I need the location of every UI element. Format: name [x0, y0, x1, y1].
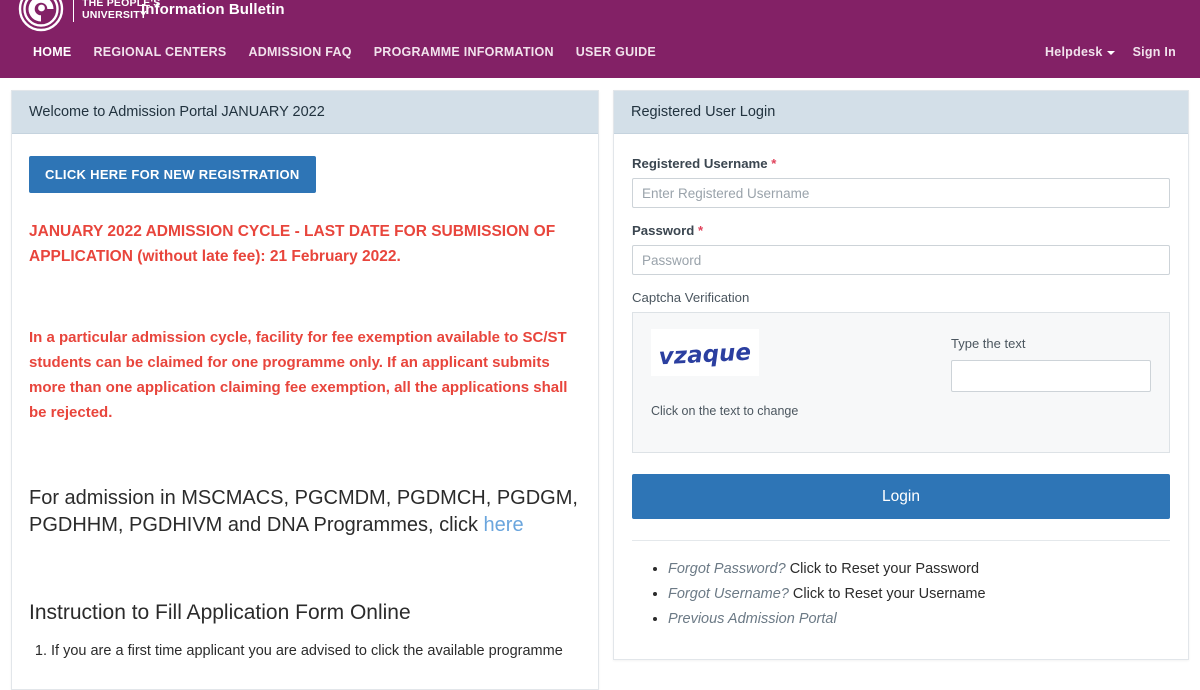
forgot-password-link[interactable]: Forgot Password? — [668, 561, 786, 577]
page-body: Welcome to Admission Portal JANUARY 2022… — [0, 78, 1200, 690]
forgot-password-tail: Click to Reset your Password — [785, 561, 980, 577]
chevron-down-icon — [1106, 50, 1115, 55]
list-item: Forgot Username? Click to Reset your Use… — [668, 582, 1170, 607]
login-button[interactable]: Login — [632, 474, 1170, 519]
login-form: Registered Username * Password * Captcha… — [614, 134, 1188, 632]
nav-item-programme-information[interactable]: PROGRAMME INFORMATION — [374, 45, 554, 59]
login-footer: Forgot Password? Click to Reset your Pas… — [632, 540, 1170, 632]
required-asterisk: * — [697, 223, 704, 238]
required-asterisk: * — [771, 156, 777, 171]
programme-admission-note: For admission in MSCMACS, PGCMDM, PGDMCH… — [29, 485, 581, 539]
captcha-box: vzaque Click on the text to change Type … — [632, 312, 1170, 453]
welcome-panel-title: Welcome to Admission Portal JANUARY 2022 — [12, 91, 598, 134]
welcome-panel-body: CLICK HERE FOR NEW REGISTRATION JANUARY … — [12, 134, 598, 663]
welcome-panel: Welcome to Admission Portal JANUARY 2022… — [11, 90, 599, 690]
svg-text:vzaque: vzaque — [658, 339, 752, 370]
nav-item-admission-faq[interactable]: ADMISSION FAQ — [248, 45, 351, 59]
fee-exemption-notice: In a particular admission cycle, facilit… — [29, 329, 568, 421]
login-panel: Registered User Login Registered Usernam… — [613, 90, 1189, 660]
captcha-section-label: Captcha Verification — [632, 290, 750, 305]
forgot-username-tail: Click to Reset your Username — [788, 586, 986, 602]
site-header: THE PEOPLE'S UNIVERSITY Information Bull… — [0, 0, 1200, 78]
forgot-username-link[interactable]: Forgot Username? — [668, 586, 789, 602]
captcha-image[interactable]: vzaque — [651, 329, 759, 376]
last-date-notice: JANUARY 2022 ADMISSION CYCLE - LAST DATE… — [29, 223, 556, 265]
nav-item-sign-in[interactable]: Sign In — [1133, 45, 1176, 59]
nav-item-helpdesk[interactable]: Helpdesk — [1045, 45, 1115, 59]
username-label: Registered Username * — [632, 156, 1170, 171]
nav-item-user-guide[interactable]: USER GUIDE — [576, 45, 656, 59]
login-panel-title: Registered User Login — [614, 91, 1188, 134]
new-registration-button[interactable]: CLICK HERE FOR NEW REGISTRATION — [29, 156, 316, 193]
instruction-heading: Instruction to Fill Application Form Onl… — [29, 601, 411, 624]
username-input[interactable] — [632, 178, 1170, 208]
ignou-spiral-logo-icon — [18, 0, 64, 32]
programme-note-here-link[interactable]: here — [484, 514, 524, 536]
nav-item-regional-centers[interactable]: REGIONAL CENTERS — [94, 45, 227, 59]
list-item: If you are a first time applicant you ar… — [51, 639, 581, 663]
captcha-input[interactable] — [951, 360, 1151, 392]
captcha-refresh-hint: Click on the text to change — [651, 404, 799, 418]
brand-block: THE PEOPLE'S UNIVERSITY — [18, 0, 160, 32]
username-label-text: Registered Username — [632, 156, 768, 171]
password-input[interactable] — [632, 245, 1170, 275]
nav-left-group: HOME REGIONAL CENTERS ADMISSION FAQ PROG… — [33, 45, 656, 59]
list-item: Forgot Password? Click to Reset your Pas… — [668, 557, 1170, 582]
bulletin-title: Information Bulletin — [141, 1, 285, 18]
login-help-links: Forgot Password? Click to Reset your Pas… — [632, 557, 1170, 632]
captcha-left-column: vzaque Click on the text to change — [651, 329, 951, 418]
password-label-text: Password — [632, 223, 695, 238]
nav-right-group: Helpdesk Sign In — [1045, 45, 1176, 59]
captcha-type-label: Type the text — [951, 336, 1026, 351]
list-item: Previous Admission Portal — [668, 607, 1170, 632]
helpdesk-label: Helpdesk — [1044, 45, 1103, 59]
nav-item-home[interactable]: HOME — [33, 45, 72, 59]
password-label: Password * — [632, 223, 1170, 238]
captcha-right-column: Type the text — [951, 329, 1151, 392]
instruction-list: If you are a first time applicant you ar… — [29, 639, 581, 663]
main-navbar: HOME REGIONAL CENTERS ADMISSION FAQ PROG… — [0, 45, 1200, 71]
previous-admission-portal-link[interactable]: Previous Admission Portal — [668, 611, 837, 627]
